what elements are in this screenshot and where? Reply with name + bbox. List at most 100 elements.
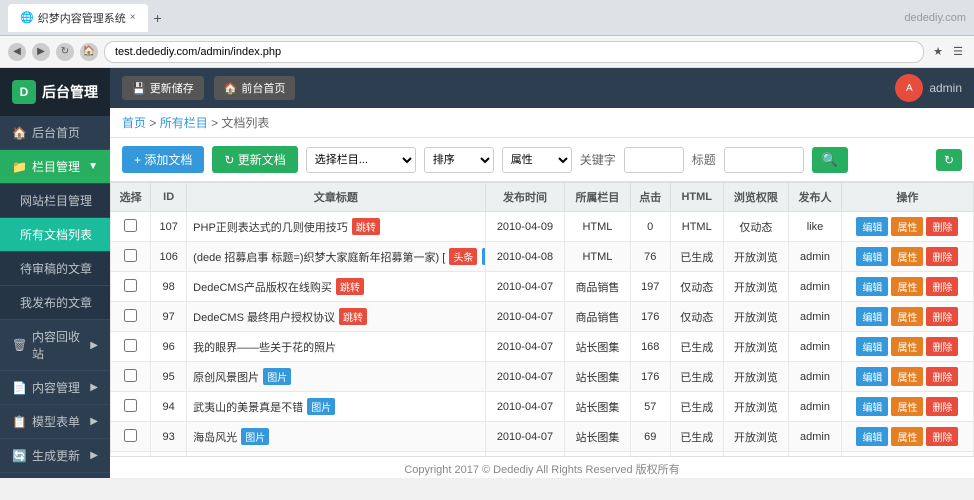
edit-button[interactable]: 编辑: [856, 307, 888, 326]
footer-text: Copyright 2017 © Dedediy All Rights Rese…: [404, 464, 679, 476]
edit-button[interactable]: 编辑: [856, 247, 888, 266]
row-checkbox[interactable]: [124, 429, 137, 442]
sidebar-item-system[interactable]: ⚙ 系统设置 ▶: [0, 473, 110, 478]
cell-perm: 开放浏览: [723, 302, 788, 332]
save-button[interactable]: 💾 更新储存: [122, 76, 204, 100]
menu-icon[interactable]: ☰: [950, 44, 966, 60]
bookmark-icon[interactable]: ★: [930, 44, 946, 60]
cell-html: 仅动态: [670, 272, 723, 302]
edit-button[interactable]: 编辑: [856, 277, 888, 296]
sidebar-item-pending[interactable]: 待审稿的文章: [0, 252, 110, 286]
breadcrumb-all-col[interactable]: 所有栏目: [160, 116, 208, 130]
delete-button[interactable]: 删除: [926, 217, 958, 236]
col-html: HTML: [670, 183, 723, 212]
refresh-table-button[interactable]: ↻: [936, 149, 962, 171]
sidebar-item-label: 后台首页: [32, 124, 80, 141]
cell-perm: 开放浏览: [723, 392, 788, 422]
col-click: 点击: [630, 183, 670, 212]
add-tab-button[interactable]: +: [154, 10, 162, 26]
tab-close-icon[interactable]: ×: [130, 12, 136, 23]
cell-html: 已生成: [670, 422, 723, 452]
top-navbar: 💾 更新储存 🏠 前台首页 A admin: [110, 68, 974, 108]
keyword-input[interactable]: [624, 147, 684, 173]
add-doc-button[interactable]: + 添加文档: [122, 146, 204, 173]
home-button[interactable]: 🏠: [80, 43, 98, 61]
edit-button[interactable]: 编辑: [856, 367, 888, 386]
cell-perm: 开放浏览: [723, 422, 788, 452]
cell-click: 57: [630, 392, 670, 422]
cell-title: 武夷山的美景真是不错 图片: [187, 392, 486, 422]
delete-button[interactable]: 删除: [926, 277, 958, 296]
sidebar-item-site-column[interactable]: 网站栏目管理: [0, 184, 110, 218]
doc-icon: 📄: [12, 381, 26, 395]
cell-perm: 开放浏览: [723, 272, 788, 302]
delete-button[interactable]: 删除: [926, 307, 958, 326]
attr-select[interactable]: 属性: [502, 147, 572, 173]
cell-html: 已生成: [670, 362, 723, 392]
delete-button[interactable]: 删除: [926, 337, 958, 356]
sidebar-item-label: 待审稿的文章: [20, 260, 92, 277]
article-tag: 跳转: [352, 218, 380, 235]
cell-publisher: admin: [789, 422, 842, 452]
sidebar-item-column-mgmt[interactable]: 📁 栏目管理 ▼: [0, 150, 110, 184]
sidebar-item-model-form[interactable]: 📋 模型表单 ▶: [0, 405, 110, 439]
attr-button[interactable]: 属性: [891, 307, 923, 326]
cell-title: DedeCMS产品版权在线购买 跳转: [187, 272, 486, 302]
delete-button[interactable]: 删除: [926, 367, 958, 386]
forward-button[interactable]: ▶: [32, 43, 50, 61]
delete-button[interactable]: 删除: [926, 427, 958, 446]
title-search-input[interactable]: [724, 147, 804, 173]
sidebar-item-content-mgmt[interactable]: 📄 内容管理 ▶: [0, 371, 110, 405]
breadcrumb-sep1: >: [149, 116, 159, 130]
sidebar-item-my-articles[interactable]: 我发布的文章: [0, 286, 110, 320]
table-wrapper: 选择 ID 文章标题 发布时间 所属栏目 点击 HTML 浏览权限 发布人 操作…: [110, 182, 974, 456]
delete-button[interactable]: 删除: [926, 397, 958, 416]
edit-button[interactable]: 编辑: [856, 217, 888, 236]
browser-tab[interactable]: 🌐 织梦内容管理系统 ×: [8, 4, 148, 32]
row-checkbox[interactable]: [124, 339, 137, 352]
sidebar-item-label: 内容回收站: [32, 328, 84, 362]
row-checkbox[interactable]: [124, 309, 137, 322]
sidebar-item-generate[interactable]: 🔄 生成更新 ▶: [0, 439, 110, 473]
attr-button[interactable]: 属性: [891, 217, 923, 236]
delete-button[interactable]: 删除: [926, 247, 958, 266]
attr-button[interactable]: 属性: [891, 247, 923, 266]
row-checkbox[interactable]: [124, 399, 137, 412]
cell-id: 96: [151, 332, 187, 362]
row-checkbox[interactable]: [124, 369, 137, 382]
cell-perm: 开放浏览: [723, 332, 788, 362]
cell-perm: 开放浏览: [723, 242, 788, 272]
refresh-icon: 🔄: [12, 449, 26, 463]
column-select[interactable]: 选择栏目...: [306, 147, 416, 173]
row-checkbox[interactable]: [124, 219, 137, 232]
cell-id: 106: [151, 242, 187, 272]
breadcrumb-home[interactable]: 首页: [122, 116, 146, 130]
tab-icon: 🌐: [20, 11, 34, 24]
update-doc-button[interactable]: ↻ 更新文档: [212, 146, 297, 173]
reload-button[interactable]: ↻: [56, 43, 74, 61]
table-row: 98DedeCMS产品版权在线购买 跳转2010-04-07商品销售197仅动态…: [111, 272, 974, 302]
sidebar-item-recycle[interactable]: 🗑 内容回收站 ▶: [0, 320, 110, 371]
back-button[interactable]: ◀: [8, 43, 26, 61]
attr-button[interactable]: 属性: [891, 427, 923, 446]
breadcrumb: 首页 > 所有栏目 > 文档列表: [110, 108, 974, 138]
sidebar-item-home[interactable]: 🏠 后台首页: [0, 116, 110, 150]
address-input[interactable]: [104, 41, 924, 63]
frontend-home-button[interactable]: 🏠 前台首页: [214, 76, 296, 100]
edit-button[interactable]: 编辑: [856, 337, 888, 356]
row-checkbox[interactable]: [124, 249, 137, 262]
search-button[interactable]: 🔍: [812, 147, 848, 173]
edit-button[interactable]: 编辑: [856, 427, 888, 446]
attr-button[interactable]: 属性: [891, 277, 923, 296]
attr-button[interactable]: 属性: [891, 337, 923, 356]
edit-button[interactable]: 编辑: [856, 397, 888, 416]
attr-button[interactable]: 属性: [891, 367, 923, 386]
attr-button[interactable]: 属性: [891, 397, 923, 416]
cell-column: 站长图集: [565, 392, 630, 422]
sidebar-item-all-docs[interactable]: 所有文档列表: [0, 218, 110, 252]
main-layout: D 后台管理 🏠 后台首页 📁 栏目管理 ▼ 网站栏目管理 所有文档列表 待审稿…: [0, 68, 974, 478]
chevron-down-icon: ▼: [88, 161, 98, 172]
row-checkbox[interactable]: [124, 279, 137, 292]
cell-publisher: admin: [789, 242, 842, 272]
order-select[interactable]: 排序: [424, 147, 494, 173]
